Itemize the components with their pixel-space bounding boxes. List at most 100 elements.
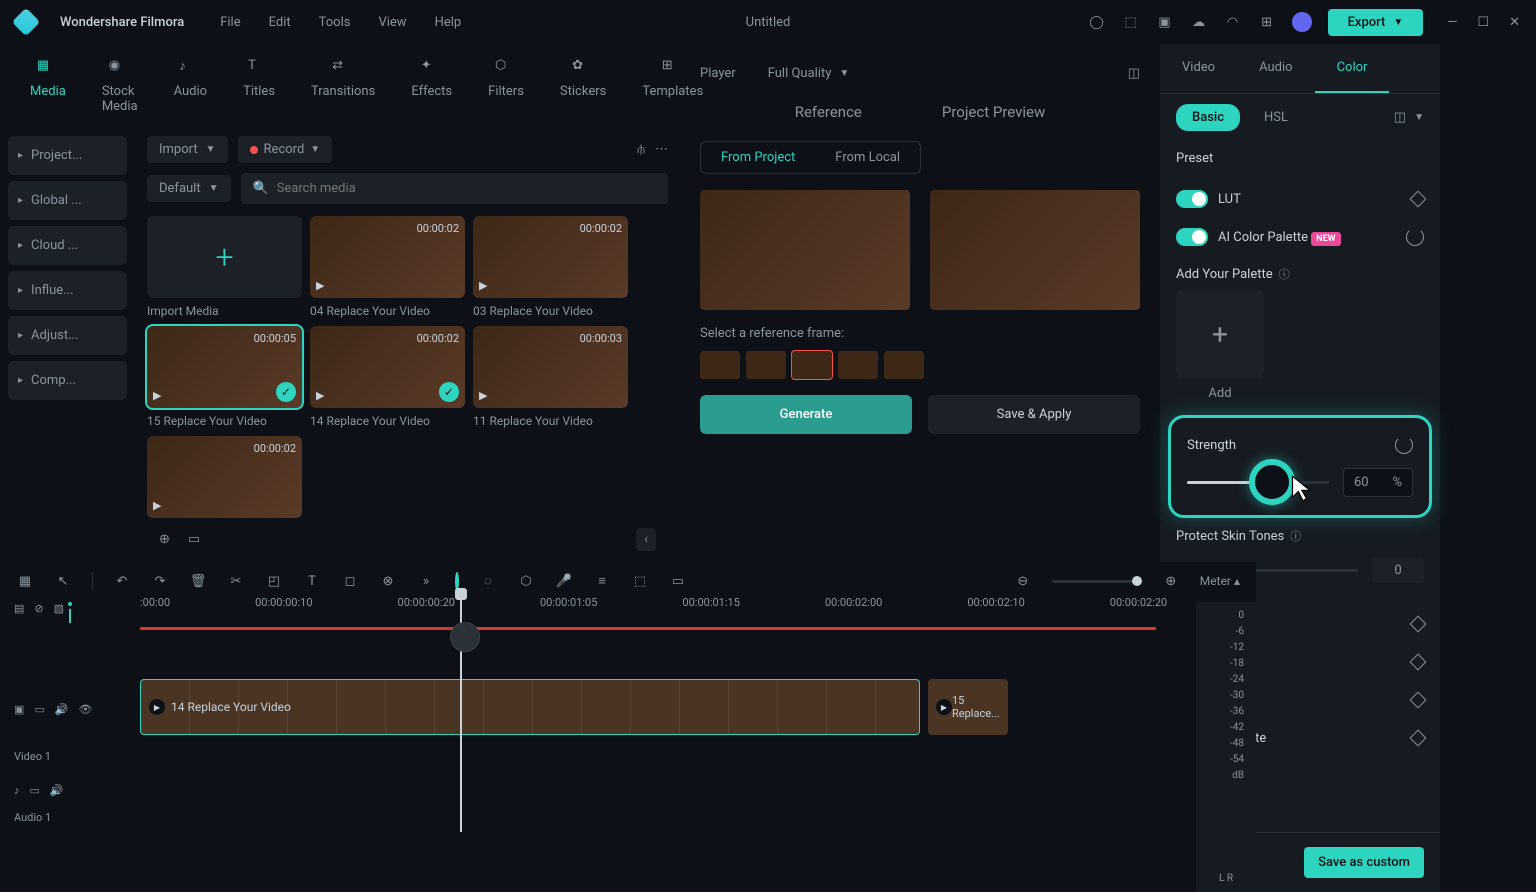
video-track-icon[interactable]: ▣ <box>14 703 24 716</box>
inspector-tab-audio[interactable]: Audio <box>1237 44 1314 93</box>
mic-icon[interactable]: 🎤 <box>555 572 573 590</box>
tab-media[interactable]: ▦Media <box>16 52 80 120</box>
delete-icon[interactable]: 🗑 <box>189 572 207 590</box>
sidebar-project[interactable]: ▸Project... <box>8 136 127 175</box>
add-palette-button[interactable]: + <box>1176 290 1264 378</box>
zoom-slider[interactable] <box>1052 580 1142 583</box>
tab-filters[interactable]: ⬡Filters <box>474 52 538 120</box>
tab-stickers[interactable]: ✿Stickers <box>546 52 620 120</box>
media-clip[interactable]: 00:00:02▶ 03 Replace Your Video <box>473 216 628 318</box>
zoom-in-icon[interactable]: ⊕ <box>1162 572 1180 590</box>
from-local-tab[interactable]: From Local <box>815 142 920 173</box>
track-magnet-icon[interactable]: ▧ <box>54 602 64 623</box>
adjust-icon[interactable]: ≡ <box>593 572 611 590</box>
ref-thumb[interactable] <box>700 351 740 379</box>
record-button[interactable]: Record▼ <box>238 136 333 163</box>
text-icon[interactable]: T <box>303 572 321 590</box>
mute-icon[interactable]: 🔊 <box>50 784 64 797</box>
keyframe-icon[interactable] <box>1410 616 1427 633</box>
device-icon[interactable]: ⬚ <box>631 572 649 590</box>
media-clip[interactable]: 00:00:02▶ <box>147 436 302 518</box>
visibility-icon[interactable]: 👁 <box>79 703 93 716</box>
keyframe-icon[interactable] <box>1410 730 1427 747</box>
frame-icon[interactable]: ◻ <box>341 572 359 590</box>
timeline-ruler[interactable]: :00:00 00:00:00:10 00:00:00:20 00:00:01:… <box>140 592 1256 632</box>
help-icon[interactable]: ⓘ <box>1290 528 1301 544</box>
ref-thumb[interactable] <box>838 351 878 379</box>
menu-view[interactable]: View <box>378 15 406 30</box>
zoom-out-icon[interactable]: ⊖ <box>1014 572 1032 590</box>
inspector-tab-video[interactable]: Video <box>1160 44 1237 93</box>
record-status-icon[interactable]: ◯ <box>1088 13 1106 31</box>
shield-icon[interactable]: ⬡ <box>517 572 535 590</box>
maximize-button[interactable]: ☐ <box>1477 15 1489 30</box>
filter-icon[interactable]: ⫛ <box>637 142 645 157</box>
import-media-tile[interactable]: + Import Media <box>147 216 302 318</box>
protect-value[interactable]: 0 <box>1372 558 1424 583</box>
more-tools-icon[interactable]: » <box>417 572 435 590</box>
headphones-icon[interactable]: ◠ <box>1224 13 1242 31</box>
apps-icon[interactable]: ⊞ <box>1258 13 1276 31</box>
sidebar-cloud[interactable]: ▸Cloud ... <box>8 226 127 265</box>
strength-reset-icon[interactable] <box>1395 436 1413 454</box>
compare-icon[interactable]: ◫ <box>1128 66 1140 81</box>
keyframe-icon[interactable] <box>1410 654 1427 671</box>
crop-icon[interactable]: ◰ <box>265 572 283 590</box>
video-clip[interactable]: ▶14 Replace Your Video <box>140 679 920 735</box>
collapse-icon[interactable]: ‹ <box>636 528 656 551</box>
from-project-tab[interactable]: From Project <box>701 142 815 173</box>
keyframe-icon[interactable] <box>1410 191 1427 208</box>
inspector-tab-color[interactable]: Color <box>1315 44 1390 93</box>
strength-slider[interactable] <box>1187 481 1329 484</box>
undo-icon[interactable]: ↶ <box>113 572 131 590</box>
save-icon[interactable]: ▣ <box>1156 13 1174 31</box>
cloud-icon[interactable]: ☁ <box>1190 13 1208 31</box>
tab-audio[interactable]: ♪Audio <box>160 52 221 120</box>
track-view-icon[interactable]: ▤ <box>14 602 24 623</box>
folder-icon[interactable]: ▭ <box>30 784 40 797</box>
ref-thumb[interactable] <box>792 351 832 379</box>
meter-toggle[interactable]: Meter ▴ <box>1200 574 1240 588</box>
project-preview-tab[interactable]: Project Preview <box>942 103 1045 121</box>
tab-effects[interactable]: ✦Effects <box>397 52 466 120</box>
export-button[interactable]: Export▼ <box>1328 9 1424 36</box>
video-clip[interactable]: ▶15 Replace... <box>928 679 1008 735</box>
new-folder-icon[interactable]: ⊕ <box>159 532 170 547</box>
generate-button[interactable]: Generate <box>700 395 912 434</box>
more-icon[interactable]: ⋯ <box>655 142 668 157</box>
folder-icon[interactable]: ▭ <box>188 532 200 547</box>
dial-icon[interactable]: ◌ <box>479 572 497 590</box>
close-button[interactable]: ✕ <box>1509 15 1520 30</box>
reset-icon[interactable] <box>1406 228 1424 246</box>
quality-dropdown[interactable]: Full Quality▼ <box>756 60 862 87</box>
split-icon[interactable]: ✂ <box>227 572 245 590</box>
media-clip[interactable]: 00:00:03▶ 11 Replace Your Video <box>473 326 628 428</box>
redo-icon[interactable]: ↷ <box>151 572 169 590</box>
mute-icon[interactable]: 🔊 <box>55 703 69 716</box>
sidebar-influe[interactable]: ▸Influe... <box>8 271 127 310</box>
audio-track-icon[interactable]: ♪ <box>14 784 20 797</box>
media-clip[interactable]: 00:00:05▶✓ 15 Replace Your Video <box>147 326 302 428</box>
help-icon[interactable]: ⓘ <box>1279 266 1290 282</box>
sidebar-adjust[interactable]: ▸Adjust... <box>8 316 127 355</box>
keyframe-icon[interactable] <box>1410 692 1427 709</box>
lut-toggle[interactable] <box>1176 190 1208 208</box>
menu-edit[interactable]: Edit <box>269 15 291 30</box>
playhead-handle[interactable] <box>450 622 480 652</box>
minimize-button[interactable]: — <box>1447 15 1457 30</box>
strength-value-input[interactable]: 60% <box>1343 468 1413 497</box>
avatar-icon[interactable] <box>1292 12 1312 32</box>
media-clip[interactable]: 00:00:02▶✓ 14 Replace Your Video <box>310 326 465 428</box>
default-dropdown[interactable]: Default▼ <box>147 175 231 202</box>
ai-palette-toggle[interactable] <box>1176 228 1208 246</box>
compare-view-icon[interactable]: ◫ <box>1394 110 1406 125</box>
tab-transitions[interactable]: ⇄Transitions <box>297 52 389 120</box>
ai-circle-icon[interactable] <box>455 574 459 589</box>
timeline-tool-icon[interactable]: ▦ <box>16 572 34 590</box>
subtab-basic[interactable]: Basic <box>1176 104 1240 131</box>
ref-thumb[interactable] <box>884 351 924 379</box>
ref-thumb[interactable] <box>746 351 786 379</box>
search-input[interactable]: 🔍 <box>241 173 668 204</box>
import-dropdown[interactable]: Import▼ <box>147 136 228 163</box>
subtab-hsl[interactable]: HSL <box>1248 104 1304 131</box>
